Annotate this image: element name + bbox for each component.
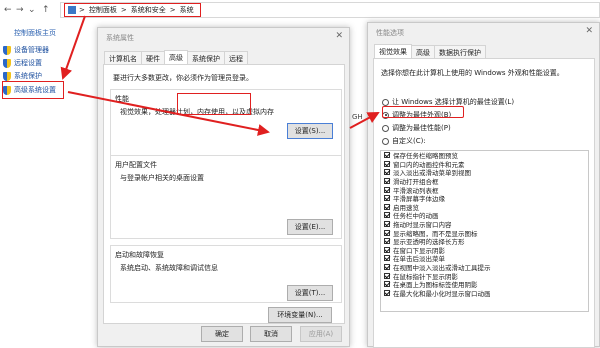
sidebar-item-device-manager[interactable]: 设备管理器 bbox=[3, 44, 49, 56]
visual-effects-list[interactable]: 保存任务栏缩略图预览 窗口内的动画控件和元素 淡入淡出或滑动菜单到视图 滑动打开组合框… bbox=[380, 150, 589, 312]
radio-custom[interactable]: 自定义(C): bbox=[382, 136, 426, 146]
radio-label: 调整为最佳性能(P) bbox=[392, 124, 451, 132]
visual-effects-panel: 选择你想在此计算机上使用的 Windows 外观和性能设置。 让 Windows… bbox=[373, 58, 595, 348]
radio-best-performance[interactable]: 调整为最佳性能(P) bbox=[382, 123, 451, 133]
startup-recovery-group: 启动和故障恢复 系统启动、系统故障和调试信息 设置(T)... bbox=[110, 245, 342, 303]
dialog-title: 系统属性 bbox=[106, 34, 134, 42]
checkbox-checked-icon bbox=[384, 186, 390, 193]
checkbox-checked-icon bbox=[384, 246, 390, 253]
sidebar-item-remote-settings[interactable]: 远程设置 bbox=[3, 57, 42, 69]
breadcrumb-system-security[interactable]: 系统和安全 bbox=[131, 5, 166, 15]
shield-icon bbox=[3, 45, 11, 55]
performance-title: 性能 bbox=[115, 95, 129, 103]
control-panel-icon bbox=[68, 6, 76, 14]
checkbox-checked-icon bbox=[384, 212, 390, 219]
breadcrumb-sep-1: > bbox=[79, 6, 85, 14]
breadcrumb: > 控制面板 > 系统和安全 > 系统 bbox=[64, 3, 201, 17]
checkbox-checked-icon bbox=[384, 229, 390, 236]
checkbox-checked-icon bbox=[384, 272, 390, 279]
highlight-box-best-appearance bbox=[382, 106, 464, 118]
checkbox-checked-icon bbox=[384, 264, 390, 271]
checkbox-checked-icon bbox=[384, 238, 390, 245]
sidebar-item-label: 系统保护 bbox=[14, 72, 42, 80]
breadcrumb-sep-2: > bbox=[120, 6, 127, 14]
up-arrow-icon[interactable]: ↑ bbox=[42, 4, 50, 16]
user-profiles-description: 与登录帐户相关的桌面设置 bbox=[120, 174, 204, 182]
checkbox-checked-icon bbox=[384, 160, 390, 167]
performance-settings-button[interactable]: 设置(S)... bbox=[287, 123, 333, 139]
sidebar-item-label: 远程设置 bbox=[14, 59, 42, 67]
admin-note: 要进行大多数更改，你必须作为管理员登录。 bbox=[113, 74, 253, 82]
close-icon[interactable]: ✕ bbox=[585, 26, 593, 36]
back-arrow-icon[interactable]: ← bbox=[4, 4, 12, 16]
checkbox-checked-icon bbox=[384, 281, 390, 288]
highlight-box-advanced-settings bbox=[2, 81, 64, 99]
recent-dropdown-icon[interactable]: ⌄ bbox=[28, 4, 36, 16]
cancel-button[interactable]: 取消 bbox=[250, 326, 292, 342]
startup-recovery-title: 启动和故障恢复 bbox=[115, 251, 164, 259]
radio-button-icon bbox=[382, 137, 389, 145]
close-icon[interactable]: ✕ bbox=[335, 31, 343, 41]
checkbox-checked-icon bbox=[384, 255, 390, 262]
forward-arrow-icon[interactable]: → bbox=[16, 4, 24, 16]
breadcrumb-system[interactable]: 系统 bbox=[180, 5, 194, 15]
startup-recovery-settings-button[interactable]: 设置(T)... bbox=[287, 285, 333, 301]
visual-effect-option[interactable]: 在最大化和最小化时显示窗口动画 bbox=[381, 289, 588, 298]
system-properties-dialog: 系统属性 ✕ 计算机名 硬件 高级 系统保护 远程 要进行大多数更改，你必须作为… bbox=[97, 27, 350, 347]
sidebar-item-label: 设备管理器 bbox=[14, 46, 49, 54]
shield-icon bbox=[3, 71, 11, 81]
checkbox-checked-icon bbox=[384, 221, 390, 228]
checkbox-checked-icon bbox=[384, 169, 390, 176]
breadcrumb-control-panel[interactable]: 控制面板 bbox=[89, 5, 117, 15]
visual-effects-intro: 选择你想在此计算机上使用的 Windows 外观和性能设置。 bbox=[381, 69, 564, 77]
ok-button[interactable]: 确定 bbox=[201, 326, 243, 342]
radio-button-icon bbox=[382, 98, 389, 106]
checkbox-checked-icon bbox=[384, 195, 390, 202]
checkbox-checked-icon bbox=[384, 289, 390, 296]
environment-variables-button[interactable]: 环境变量(N)... bbox=[268, 307, 332, 323]
background-cpu-text: GH bbox=[352, 113, 363, 121]
checkbox-checked-icon bbox=[384, 203, 390, 210]
visual-effect-label: 在最大化和最小化时显示窗口动画 bbox=[393, 289, 491, 298]
checkbox-checked-icon bbox=[384, 178, 390, 185]
user-profiles-title: 用户配置文件 bbox=[115, 161, 157, 169]
checkbox-checked-icon bbox=[384, 152, 390, 159]
dialog-title: 性能选项 bbox=[376, 29, 404, 37]
startup-recovery-description: 系统启动、系统故障和调试信息 bbox=[120, 264, 218, 272]
breadcrumb-sep-3: > bbox=[169, 6, 176, 14]
left-pane: 控制面板主页 设备管理器 远程设置 系统保护 高级系统设置 bbox=[0, 20, 98, 347]
performance-options-dialog: 性能选项 ✕ 视觉效果 高级 数据执行保护 选择你想在此计算机上使用的 Wind… bbox=[367, 22, 600, 348]
shield-icon bbox=[3, 58, 11, 68]
radio-label: 自定义(C): bbox=[392, 137, 426, 145]
radio-button-icon bbox=[382, 124, 389, 132]
highlight-box-performance-settings bbox=[177, 93, 251, 115]
apply-button[interactable]: 应用(A) bbox=[300, 326, 342, 342]
control-panel-home-link[interactable]: 控制面板主页 bbox=[14, 28, 56, 38]
user-profiles-settings-button[interactable]: 设置(E)... bbox=[287, 219, 333, 235]
